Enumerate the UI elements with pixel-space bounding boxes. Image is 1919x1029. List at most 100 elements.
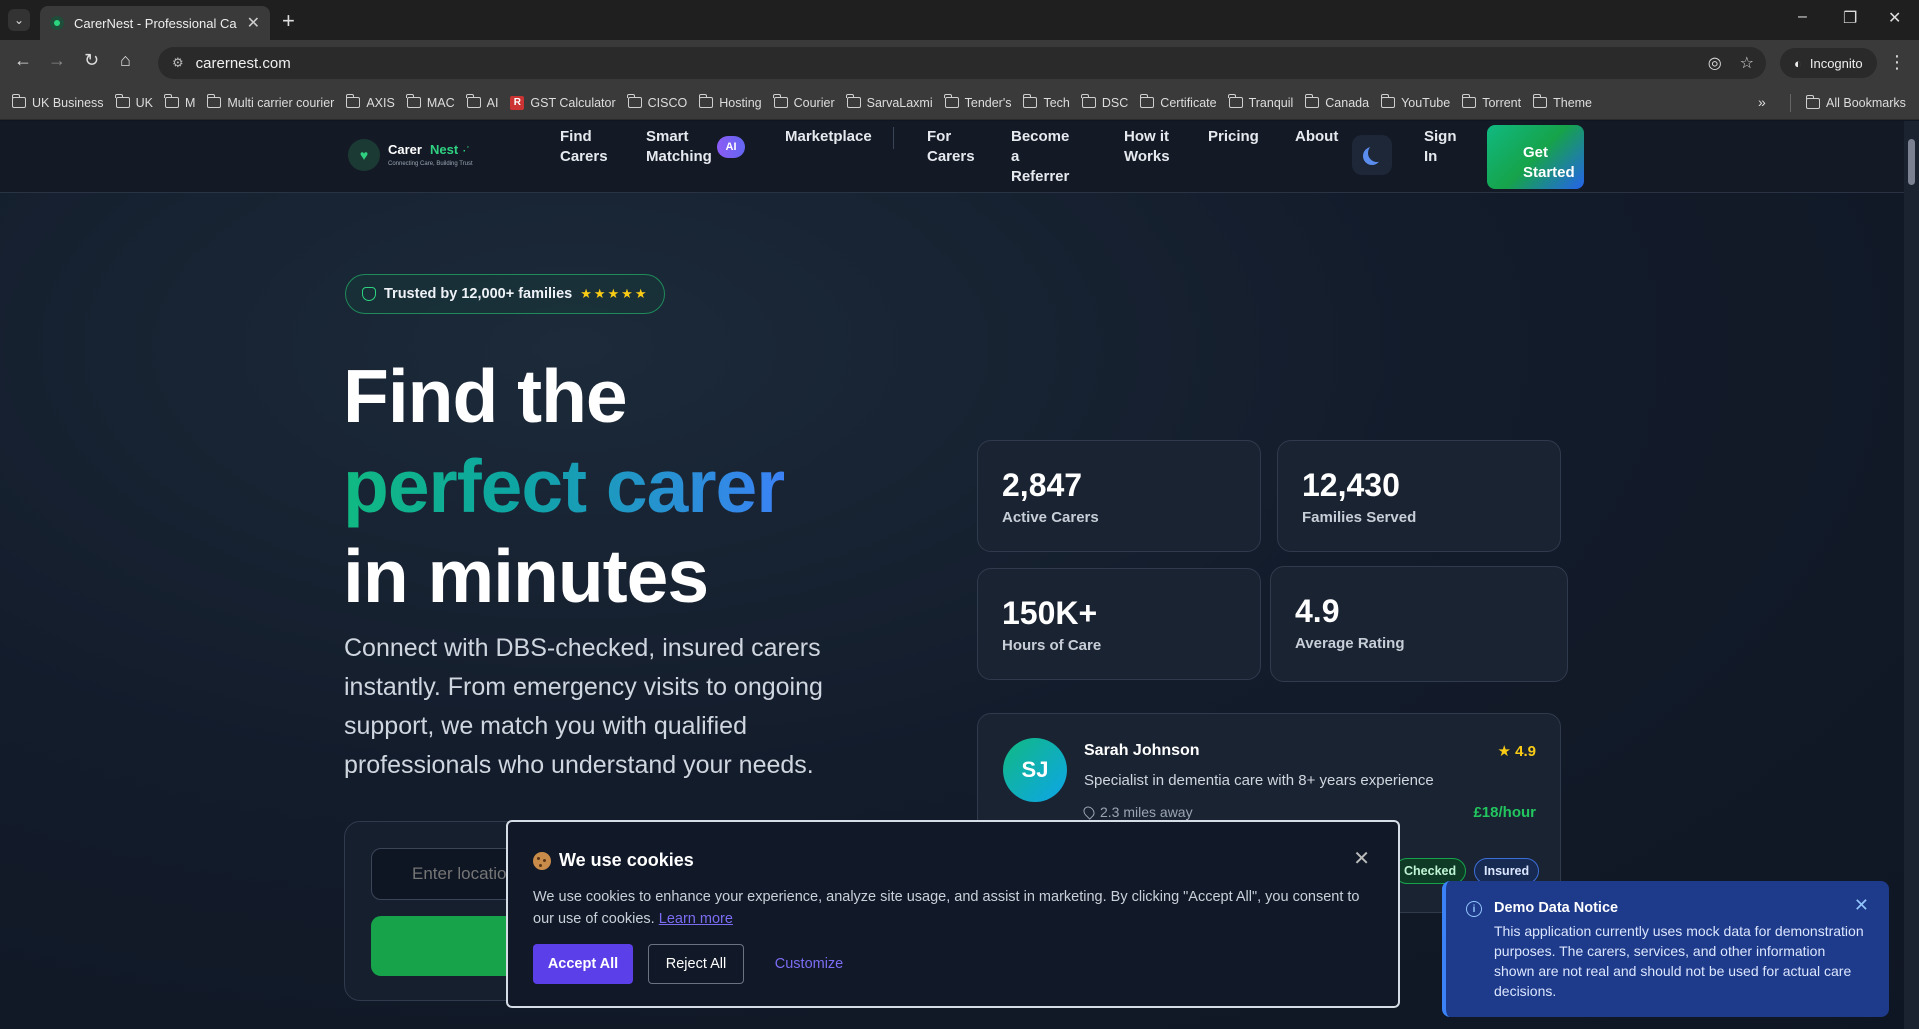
reject-all-button[interactable]: Reject All (648, 944, 744, 984)
browser-toolbar: ← → ↻ ⌂ ⚙ carernest.com ◎ ☆ ◐ Incognito … (0, 40, 1919, 86)
nav-pricing[interactable]: Pricing (1208, 127, 1259, 147)
tracking-protection-icon[interactable]: ◎ (1708, 53, 1722, 73)
incognito-icon: ◐ (1794, 55, 1802, 71)
stat-value: 12,430 (1302, 467, 1400, 503)
minimize-icon[interactable]: – (1798, 8, 1807, 26)
stat-label: Families Served (1302, 509, 1417, 526)
theme-toggle-button[interactable] (1352, 135, 1392, 175)
nav-find-carers[interactable]: Find Carers (560, 127, 620, 167)
bookmarks-divider (1790, 94, 1791, 112)
cookie-title-text: We use cookies (559, 850, 694, 870)
cookie-body: We use cookies to enhance your experienc… (533, 889, 1360, 927)
bookmark-item[interactable]: Theme (1532, 94, 1601, 110)
site-info-icon[interactable]: ⚙ (172, 55, 184, 71)
tab-close-icon[interactable]: ✕ (247, 13, 260, 33)
bookmark-star-icon[interactable]: ☆ (1740, 53, 1754, 73)
folder-icon (164, 94, 179, 108)
browser-menu-icon[interactable]: ⋮ (1888, 52, 1906, 73)
bookmark-item[interactable]: Tender's (944, 94, 1021, 110)
restore-icon[interactable]: ❐ (1843, 8, 1857, 28)
page-scrollbar[interactable] (1904, 121, 1919, 1029)
folder-icon (115, 94, 130, 108)
location-pin-icon (1081, 804, 1097, 820)
site-favicon-icon (50, 16, 64, 30)
tab-search-icon[interactable]: ⌄ (8, 9, 30, 31)
bookmark-item[interactable]: Torrent (1461, 94, 1530, 110)
stat-card: 12,430 Families Served (1277, 440, 1561, 552)
scrollbar-thumb[interactable] (1908, 139, 1915, 185)
folder-icon (944, 94, 959, 108)
tab-title: CarerNest - Professional Care M (74, 15, 237, 31)
bookmark-item[interactable]: Certificate (1139, 94, 1225, 110)
bookmark-item[interactable]: AXIS (345, 94, 404, 110)
carer-rate: £18/hour (1473, 804, 1536, 821)
bookmark-item[interactable]: Courier (773, 94, 844, 110)
incognito-indicator[interactable]: ◐ Incognito (1780, 48, 1877, 78)
bookmark-item[interactable]: Tranquil (1228, 94, 1303, 110)
bookmark-item[interactable]: M (164, 94, 204, 110)
learn-more-link[interactable]: Learn more (659, 911, 733, 927)
bookmark-item[interactable]: Canada (1304, 94, 1378, 110)
shield-check-icon (362, 287, 376, 301)
bookmark-item[interactable]: MAC (406, 94, 464, 110)
get-started-button[interactable]: Get Started (1487, 125, 1584, 189)
logo-tagline: Connecting Care, Building Trust (388, 161, 473, 167)
stat-value: 150K+ (1002, 595, 1098, 631)
cookie-close-icon[interactable]: ✕ (1353, 846, 1370, 871)
cookie-text: We use cookies to enhance your experienc… (533, 886, 1363, 930)
stat-card: 2,847 Active Carers (977, 440, 1261, 552)
stat-value: 4.9 (1295, 593, 1340, 629)
bookmark-item[interactable]: Multi carrier courier (206, 94, 343, 110)
more-bookmarks-icon[interactable]: » (1758, 94, 1766, 110)
folder-icon (466, 94, 481, 108)
nav-about[interactable]: About (1295, 127, 1338, 147)
nav-become-referrer[interactable]: Become a Referrer (1011, 127, 1081, 187)
trust-badge-text: Trusted by 12,000+ families (384, 286, 573, 302)
headline-line-3: in minutes (343, 534, 709, 618)
headline-line-1: Find the (343, 354, 628, 438)
bookmark-item[interactable]: R GST Calculator (510, 95, 624, 110)
nav-how-it-works[interactable]: How it Works (1124, 127, 1184, 167)
back-icon[interactable]: ← (14, 50, 32, 71)
folder-icon (1805, 94, 1820, 109)
logo-name-carer: Carer (388, 142, 422, 157)
bookmark-item[interactable]: Tech (1022, 94, 1078, 110)
address-bar[interactable]: ⚙ carernest.com ◎ ☆ (158, 47, 1766, 79)
folder-icon (1380, 94, 1396, 108)
customize-button[interactable]: Customize (757, 944, 861, 984)
nav-smart-matching[interactable]: Smart Matching (646, 127, 716, 167)
hero-subtext: Connect with DBS-checked, insured carers… (344, 634, 823, 779)
cookie-title: We use cookies (533, 850, 694, 871)
bookmark-item[interactable]: AI (466, 94, 508, 110)
bookmark-item[interactable]: UK (115, 94, 162, 110)
site-header: ♥ Carer Nest ·˙ Connecting Care, Building… (0, 121, 1904, 193)
new-tab-icon[interactable]: + (282, 8, 295, 34)
reload-icon[interactable]: ↻ (84, 50, 99, 71)
all-bookmarks[interactable]: All Bookmarks (1805, 86, 1906, 120)
stat-card: 150K+ Hours of Care (977, 568, 1261, 680)
accept-all-button[interactable]: Accept All (533, 944, 633, 984)
trust-badge: Trusted by 12,000+ families ★★★★★ (345, 274, 666, 314)
stat-label: Average Rating (1295, 635, 1405, 652)
bookmark-item[interactable]: CISCO (627, 94, 697, 110)
folder-icon (773, 94, 788, 108)
folder-icon (627, 94, 642, 108)
home-icon[interactable]: ⌂ (120, 50, 131, 71)
bookmark-item[interactable]: SarvaLaxmi (846, 94, 942, 110)
browser-tab[interactable]: CarerNest - Professional Care M ✕ (40, 6, 270, 40)
bookmark-item[interactable]: Hosting (698, 94, 770, 110)
carer-rating: ★ 4.9 (1498, 742, 1536, 760)
sign-in-link[interactable]: Sign In (1424, 127, 1464, 167)
window-close-icon[interactable]: ✕ (1888, 8, 1901, 28)
notice-text: This application currently uses mock dat… (1494, 923, 1864, 999)
folder-icon (1139, 94, 1155, 108)
notice-close-icon[interactable]: ✕ (1854, 895, 1869, 916)
nav-marketplace[interactable]: Marketplace (785, 127, 872, 147)
nav-for-carers[interactable]: For Carers (927, 127, 987, 167)
forward-icon[interactable]: → (48, 50, 66, 71)
bookmark-item[interactable]: UK Business (11, 94, 113, 110)
bookmark-item[interactable]: DSC (1081, 94, 1137, 110)
bookmark-item[interactable]: YouTube (1380, 94, 1459, 110)
folder-icon (1228, 94, 1243, 108)
logo[interactable]: ♥ Carer Nest ·˙ Connecting Care, Building… (348, 139, 473, 171)
